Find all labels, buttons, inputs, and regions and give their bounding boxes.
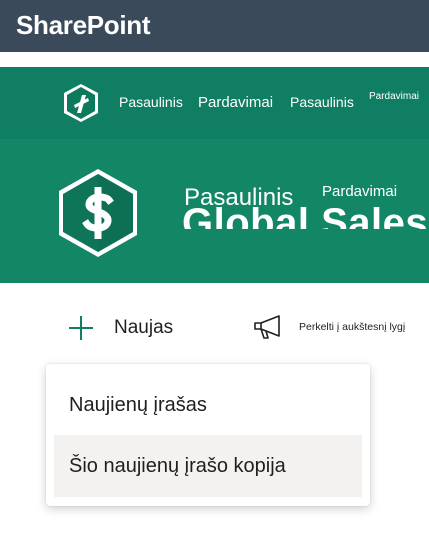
site-header: Global Sales Pasaulinis Pardavimai [0,139,429,283]
hub-link-pardavimai-2[interactable]: Pardavimai [369,91,419,102]
suite-bar: SharePoint [0,0,429,52]
sharepoint-page: SharePoint Pasaulinis Pardavimai Pasauli… [0,0,429,551]
menu-item-news-post[interactable]: Naujienų įrašas [54,374,362,436]
promote-button-label: Perkelti į aukštesnį lygį [299,321,406,333]
dollar-sign-icon[interactable] [56,167,140,259]
hub-logo-icon[interactable] [61,83,101,123]
new-button-label: Naujas [114,317,174,338]
hub-link-pardavimai-1[interactable]: Pardavimai [198,94,273,111]
plus-icon [68,315,94,341]
hub-link-pasaulinis-1[interactable]: Pasaulinis [119,94,183,110]
menu-item-copy-news-post-label: Šio naujienų įrašo kopija [69,454,286,477]
megaphone-icon [253,313,283,341]
menu-item-copy-news-post[interactable]: Šio naujienų įrašo kopija [54,435,362,497]
promote-button[interactable]: Perkelti į aukštesnį lygį [253,312,405,342]
new-button[interactable]: Naujas [68,312,173,344]
site-title-pardavimai: Pardavimai [322,183,398,200]
site-title-pasaulinis: Pasaulinis [184,184,294,211]
new-dropdown-menu: Naujienų įrašas Šio naujienų įrašo kopij… [46,364,370,506]
hub-link-pasaulinis-2[interactable]: Pasaulinis [290,94,354,110]
hub-navigation: Pasaulinis Pardavimai Pasaulinis Pardavi… [0,67,429,139]
menu-item-news-post-label: Naujienų įrašas [69,393,207,416]
app-title[interactable]: SharePoint [16,10,151,41]
